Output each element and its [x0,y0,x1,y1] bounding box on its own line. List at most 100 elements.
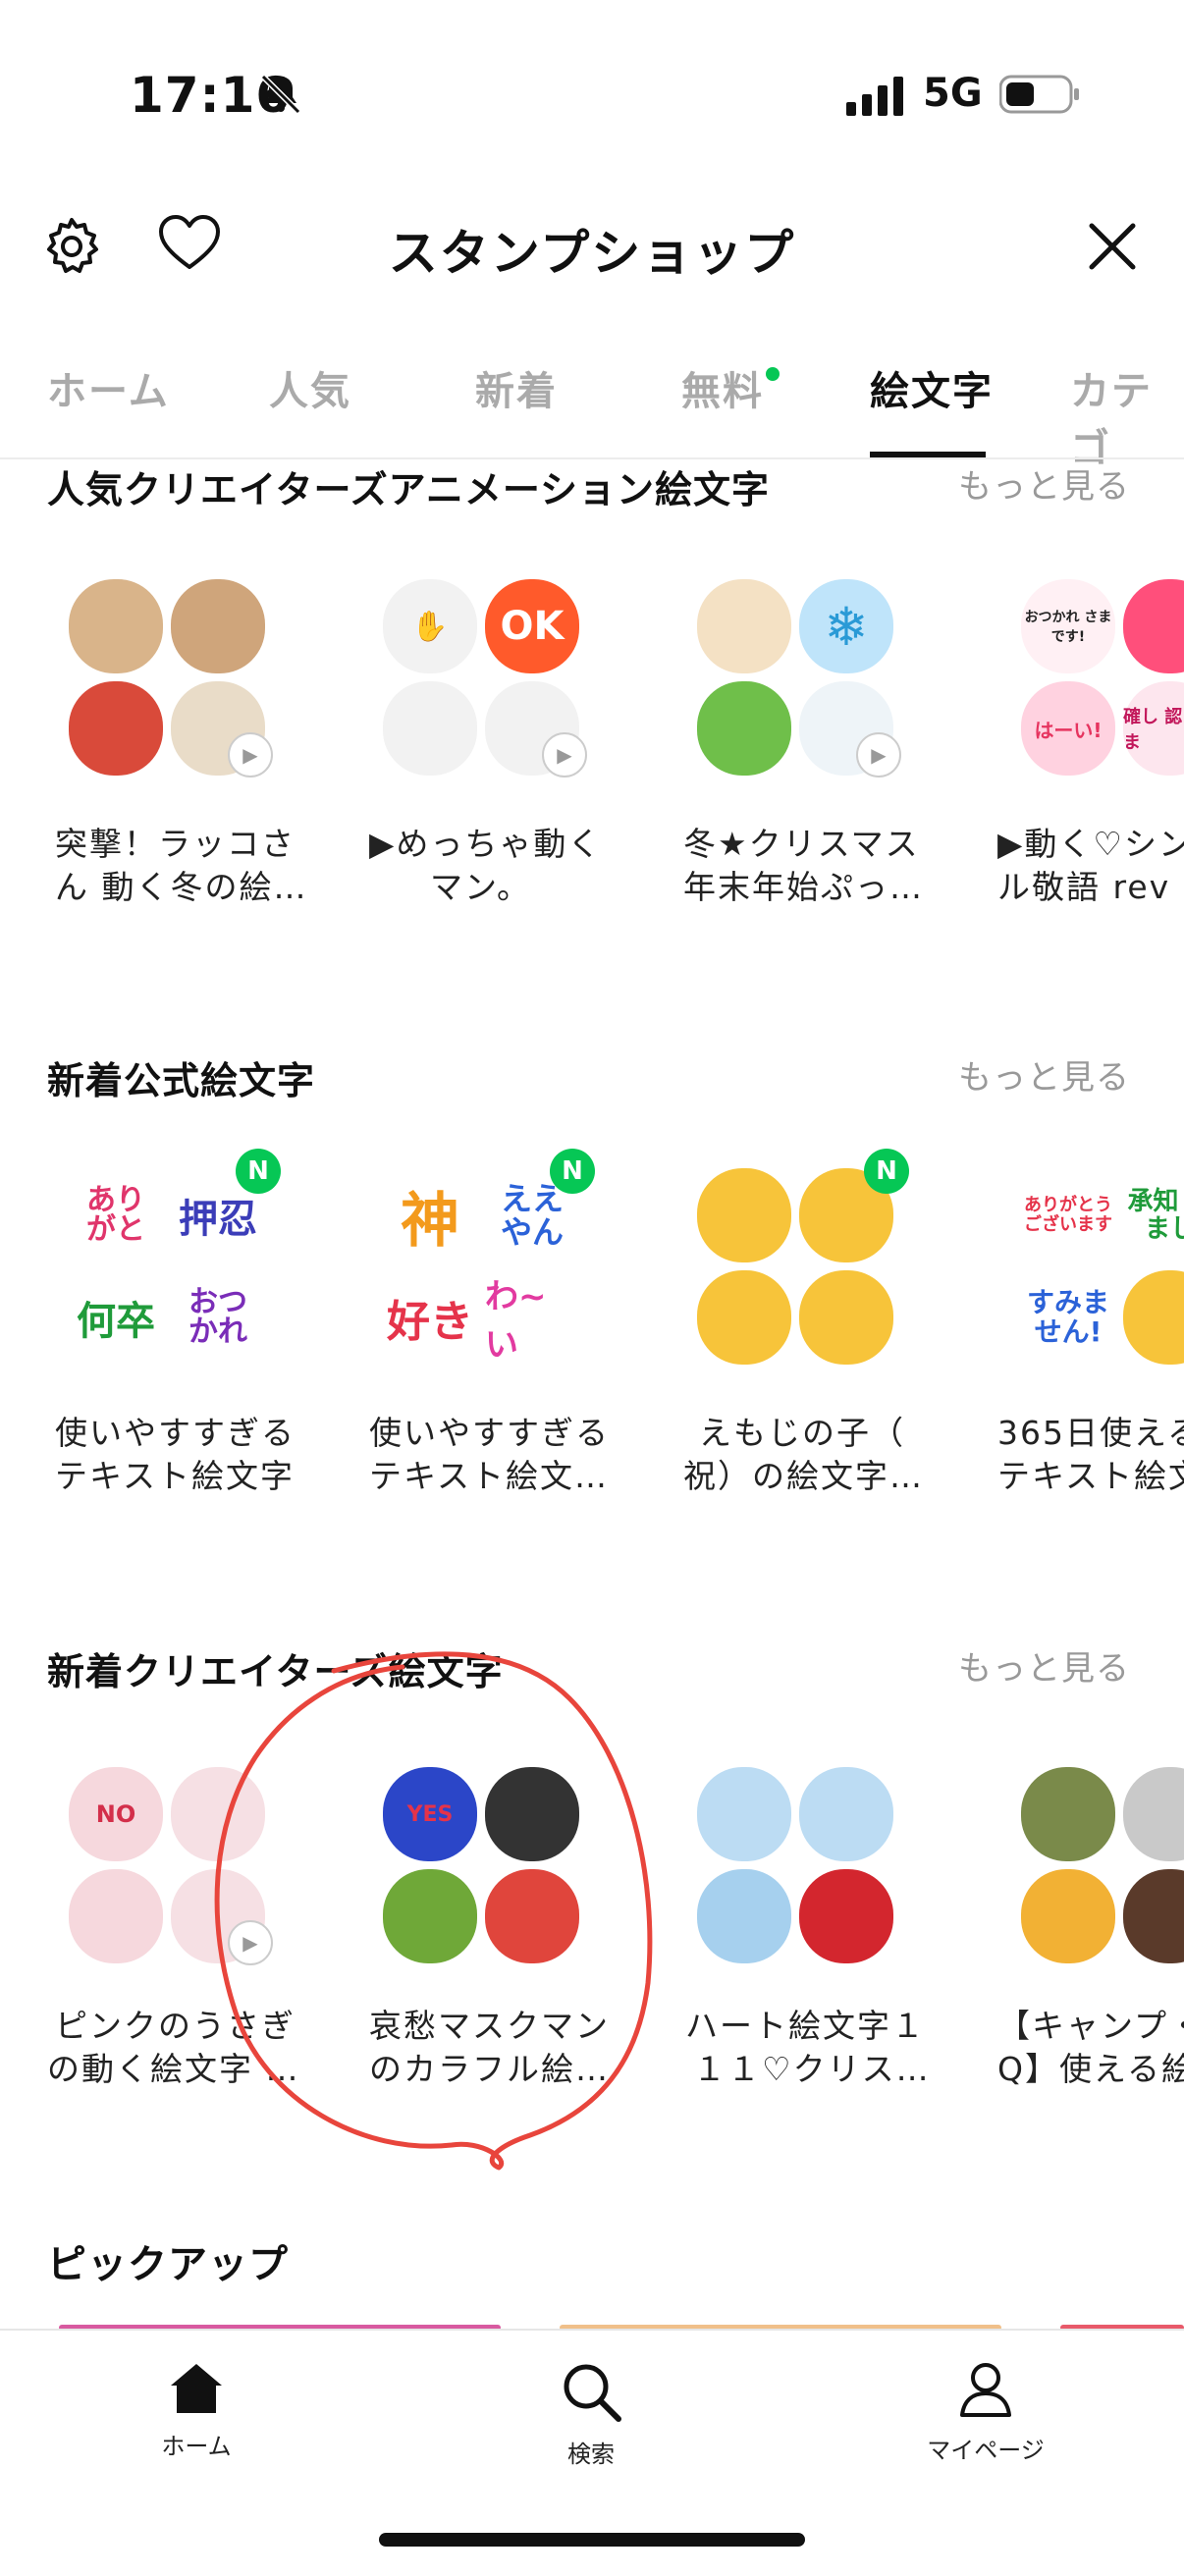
emoji-card[interactable]: あり がと 押忍 何卒 おつ かれ N [20,1149,314,1414]
heart-sticker-image [799,1767,893,1861]
otter-sticker-image [171,579,265,673]
emoji-title-line1: ハート絵文字１ [685,2007,926,2045]
emoji-title-line2: テキスト絵文 [997,1457,1184,1495]
emoji-card[interactable]: ✋ OK ▶ [334,569,628,825]
play-icon: ▶ [542,732,587,778]
rabbit-sticker-image: NO [69,1767,163,1861]
emoji-thumbnail: ▶ [59,569,275,785]
see-more-link[interactable]: もっと見る [958,1050,1130,1099]
text-sticker-image: すみま せん! [1026,1286,1109,1348]
new-indicator-dot [766,367,780,381]
text-sticker-image: おつかれ さまです! [1021,579,1115,673]
emoji-kid-sticker-image [697,1168,791,1262]
play-icon: ▶ [856,732,901,778]
emoji-title-line2: ん 動く冬の絵… [55,868,308,906]
text-sticker-image [1123,579,1184,673]
text-sticker-image: わ~い [485,1277,547,1365]
nav-home[interactable]: ホーム [98,2360,295,2461]
new-badge: N [550,1149,595,1194]
nav-label: ホーム [161,2433,232,2460]
text-sticker-image: 何卒 [77,1299,155,1344]
tab-new[interactable]: 新着 [475,359,558,416]
ok-sticker-image: OK [485,579,579,673]
close-icon[interactable] [1078,212,1147,281]
emoji-thumbnail: ありがとう ございます 承知 しまし すみま せん! [1021,1158,1184,1374]
home-icon [171,2364,222,2413]
emoji-kid-sticker-image [697,1270,791,1365]
page-title: スタンプショップ [388,225,796,282]
nav-mypage[interactable]: マイページ [888,2360,1084,2465]
text-sticker-image: 好き [387,1297,473,1347]
text-sticker-image: 確し 認しま [1123,681,1184,776]
emoji-card[interactable] [962,1757,1184,2012]
emoji-title-line2: マン。 [430,868,532,906]
emoji-title-line1: ▶動く♡シン [997,825,1184,863]
emoji-card[interactable]: おつかれ さまです! はーい! 確し 認しま [962,569,1184,825]
new-badge: N [864,1149,909,1194]
clap-sticker-image [1123,1270,1184,1365]
emoji-card[interactable]: ❄ ▶ [648,569,942,825]
coffee-sticker-image [697,579,791,673]
nav-search[interactable]: 検索 [493,2360,689,2469]
emoji-thumbnail: ✋ OK ▶ [373,569,589,785]
tab-emoji[interactable]: 絵文字 [870,359,994,416]
see-more-link[interactable]: もっと見る [958,1641,1130,1690]
rabbit-sticker-image [69,1869,163,1963]
emoji-title-line1: えもじの子（ [699,1414,905,1452]
text-sticker-image: ありがとう ございます [1024,1195,1112,1235]
emoji-card[interactable]: ありがとう ございます 承知 しまし すみま せん! [962,1158,1184,1414]
battery-icon [999,75,1079,114]
character-sticker-image: ✋ [383,579,477,673]
emoji-title-line1: 冬★クリスマス [683,825,920,863]
tab-free[interactable]: 無料 [681,359,764,416]
signal-icon [846,77,903,116]
emoji-card[interactable]: N [648,1149,942,1414]
emoji-kid-sticker-image [799,1270,893,1365]
nav-label: 検索 [567,2441,615,2468]
section-title: 人気クリエイターズアニメーション絵文字 [47,468,771,511]
otter-sticker-image [69,681,163,776]
bbq-sticker-image [1123,1869,1184,1963]
emoji-title-line2: 年末年始ぷっ… [683,868,924,906]
emoji-title-line1: ▶めっちゃ動く [369,825,603,863]
emoji-title-line1: 使いやすすぎる [55,1414,296,1452]
character-sticker-image [383,681,477,776]
emoji-title-line1: 突撃！ラッコさ [55,825,296,863]
snowflake-sticker-image: ❄ [799,579,893,673]
nav-label: マイページ [927,2437,1045,2464]
emoji-card[interactable]: ▶ [20,569,314,825]
tab-home[interactable]: ホーム [47,359,170,416]
new-badge: N [236,1149,281,1194]
beer-sticker-image [1021,1869,1115,1963]
emoji-thumbnail: おつかれ さまです! はーい! 確し 認しま [1021,569,1184,785]
text-sticker-image: おつ かれ [188,1285,247,1349]
heart-sticker-image [697,1767,791,1861]
person-icon [960,2363,1011,2417]
emoji-title-line2: １１♡クリス… [693,2050,931,2088]
emoji-title-line2: Q】使える絵 [997,2050,1184,2088]
heart-sticker-image [697,1869,791,1963]
emoji-thumbnail: N [687,1149,909,1374]
emoji-title-line1: 【キャンプ・ [997,2007,1184,2045]
section-title: 新着公式絵文字 [47,1059,316,1102]
emoji-title-line2: 祝）の絵文字… [683,1457,924,1495]
emoji-title-line2: テキスト絵文… [369,1457,610,1495]
play-icon: ▶ [228,732,273,778]
emoji-thumbnail: ❄ ▶ [687,569,903,785]
search-icon [564,2364,621,2422]
tree-sticker-image [697,681,791,776]
emoji-thumbnail [687,1757,903,1973]
section-title: ピックアップ [47,2242,289,2287]
network-label: 5G [923,71,983,116]
emoji-card[interactable]: 神 ええ やん 好き わ~い N [334,1149,628,1414]
emoji-thumbnail: 神 ええ やん 好き わ~い N [373,1149,595,1374]
see-more-link[interactable]: もっと見る [958,459,1130,508]
tab-category[interactable]: カテゴ [1070,359,1184,473]
annotation-circle [214,1651,653,2171]
emoji-title-line2: テキスト絵文字 [55,1457,296,1495]
tab-popular[interactable]: 人気 [269,359,351,416]
home-indicator [379,2533,805,2547]
camp-sticker-image [1123,1767,1184,1861]
text-sticker-image: あり がと [86,1183,145,1247]
otter-sticker-image [69,579,163,673]
